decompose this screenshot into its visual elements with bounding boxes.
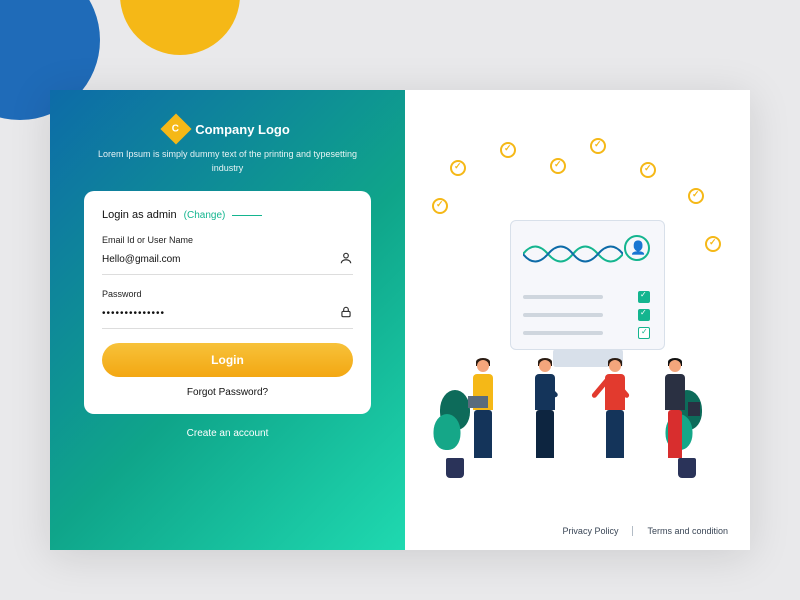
login-card: C Company Logo Lorem Ipsum is simply dum… [50, 90, 750, 550]
create-account-link[interactable]: Create an account [84, 428, 371, 439]
login-form: Login as admin (Change) Email Id or User… [84, 191, 371, 414]
person-icon [530, 360, 560, 460]
check-coin-icon [590, 138, 606, 154]
person-icon [468, 360, 498, 460]
password-label: Password [102, 289, 353, 299]
lock-icon [339, 305, 353, 322]
login-panel: C Company Logo Lorem Ipsum is simply dum… [50, 90, 405, 550]
privacy-policy-link[interactable]: Privacy Policy [562, 526, 618, 536]
terms-link[interactable]: Terms and condition [647, 526, 728, 536]
logo: C Company Logo [84, 118, 371, 140]
checkbox-icon [638, 327, 650, 339]
decorative-circle-yellow [120, 0, 240, 55]
list-line [523, 313, 603, 317]
check-coin-icon [500, 142, 516, 158]
footer-links: Privacy Policy Terms and condition [562, 526, 728, 536]
logo-text: Company Logo [195, 122, 290, 137]
tagline: Lorem Ipsum is simply dummy text of the … [84, 148, 371, 175]
logo-mark-icon: C [161, 113, 192, 144]
check-coin-icon [688, 188, 704, 204]
change-role-link[interactable]: (Change) [184, 210, 226, 221]
check-coin-icon [550, 158, 566, 174]
dashboard-monitor-icon [510, 220, 665, 350]
login-as-label: Login as admin [102, 209, 177, 221]
user-icon [339, 251, 353, 268]
check-coin-icon [432, 198, 448, 214]
login-as-row: Login as admin (Change) [102, 209, 353, 221]
checkbox-icon [638, 309, 650, 321]
check-coin-icon [705, 236, 721, 252]
checkbox-icon [638, 291, 650, 303]
forgot-password-link[interactable]: Forgot Password? [102, 387, 353, 398]
person-icon [660, 360, 690, 460]
password-input[interactable] [102, 308, 328, 319]
password-field-row [102, 301, 353, 329]
role-underline [232, 215, 262, 216]
divider [632, 526, 633, 536]
email-field-row [102, 247, 353, 275]
list-line [523, 331, 603, 335]
wave-chart-icon [523, 239, 623, 269]
person-icon [600, 360, 630, 460]
list-line [523, 295, 603, 299]
email-label: Email Id or User Name [102, 235, 353, 245]
login-button[interactable]: Login [102, 343, 353, 377]
email-input[interactable] [102, 254, 328, 265]
avatar-icon [624, 235, 650, 261]
illustration-panel: Privacy Policy Terms and condition [405, 90, 750, 550]
team-illustration [440, 200, 720, 460]
plant-icon [440, 390, 470, 460]
check-coin-icon [450, 160, 466, 176]
check-coin-icon [640, 162, 656, 178]
